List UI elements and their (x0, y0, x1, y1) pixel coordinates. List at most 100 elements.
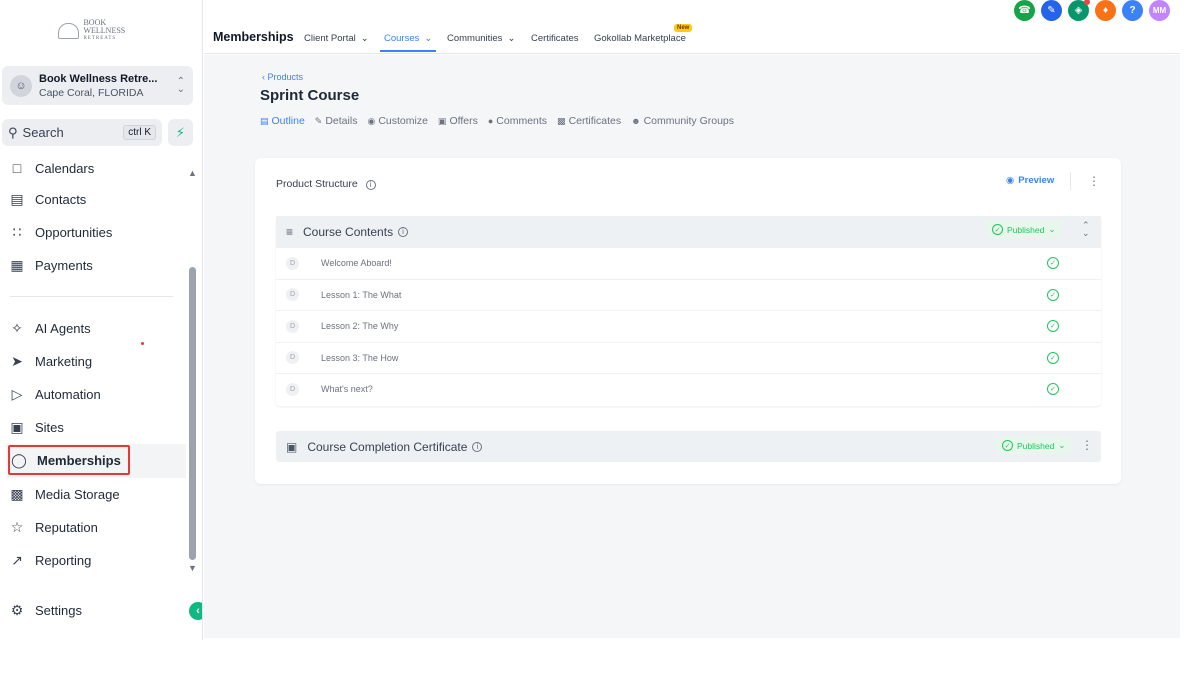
header-actions: ☎ ✎ ◈ ♦ ? MM (1014, 0, 1170, 21)
check-circle-icon: ✓ (1002, 440, 1013, 451)
tab-label: Courses (384, 33, 420, 44)
logo-mark-icon (58, 23, 80, 39)
phone-icon[interactable]: ☎ (1014, 0, 1035, 21)
search-input[interactable]: ⚲ Search ctrl K (2, 119, 162, 146)
course-contents-header[interactable]: ≡ Course Contents i (276, 216, 1101, 247)
subtab-outline[interactable]: ▤ Outline (260, 115, 305, 127)
tab-communities[interactable]: Communities ⌄ (447, 33, 515, 44)
chevron-down-icon: ⌄ (360, 33, 369, 44)
account-switcher[interactable]: ☺ Book Wellness Retre... Cape Coral, FLO… (2, 66, 193, 105)
subtab-label: Comments (496, 115, 548, 127)
published-check-icon: ✓ (1047, 288, 1059, 301)
subtab-details[interactable]: ✎ Details (315, 115, 358, 127)
brand-logo[interactable]: BOOK WELLNESS RETREATS (58, 19, 148, 42)
subtab-customize[interactable]: ◉ Customize (367, 115, 427, 127)
users-icon: ☻ (631, 116, 641, 126)
payments-icon: ▦ (10, 256, 24, 273)
subtab-label: Offers (449, 115, 478, 127)
edit-icon[interactable]: ✎ (1041, 0, 1062, 21)
breadcrumb[interactable]: ‹ Products (262, 72, 303, 82)
lesson-row[interactable]: D Lesson 1: The What ✓ (276, 278, 1101, 311)
sidebar-item-automation[interactable]: ▷ Automation (8, 383, 101, 405)
tab-certificates[interactable]: Certificates (531, 33, 579, 44)
comment-icon: ● (487, 116, 494, 126)
sidebar-item-media-storage[interactable]: ▩ Media Storage (8, 483, 119, 505)
quick-action-bolt-icon[interactable]: ⚡ (168, 119, 193, 146)
tab-label: Certificates (531, 33, 579, 44)
certificate-more-options-icon[interactable]: ⋮ (1081, 438, 1093, 452)
sidebar-item-label: Sites (35, 419, 64, 435)
sidebar-item-calendars[interactable]: □ Calendars (8, 157, 95, 179)
list-icon: ≡ (286, 224, 294, 239)
tab-gokollab-marketplace[interactable]: Gokollab Marketplace (594, 33, 686, 44)
sidebar-item-label: Payments (35, 257, 93, 273)
info-icon[interactable]: i (365, 179, 376, 190)
subtab-label: Certificates (568, 115, 622, 127)
info-icon[interactable]: i (472, 441, 483, 452)
tab-courses[interactable]: Courses ⌄ (384, 33, 432, 44)
user-avatar[interactable]: MM (1149, 0, 1170, 21)
published-check-icon: ✓ (1047, 257, 1059, 269)
more-options-icon[interactable]: ⋮ (1088, 174, 1100, 188)
subtab-community-groups[interactable]: ☻ Community Groups (631, 115, 734, 127)
course-certificate-row[interactable]: ▣ Course Completion Certificate i (276, 431, 1101, 462)
course-contents-section: ≡ Course Contents i ✓ Published ⌄ ⌃ ⌄ D W… (276, 216, 1101, 406)
lesson-row[interactable]: D Lesson 2: The Why ✓ (276, 310, 1101, 342)
opportunities-icon: ∷ (12, 223, 22, 240)
status-label: Published (1007, 224, 1045, 235)
sidebar-item-marketing[interactable]: ➤ Marketing (8, 350, 92, 372)
lesson-row[interactable]: D What's next? ✓ (276, 373, 1101, 405)
info-icon[interactable]: i (398, 226, 409, 237)
subtab-label: Community Groups (643, 115, 735, 127)
subtab-certificates[interactable]: ▩ Certificates (557, 115, 621, 127)
sidebar-item-payments[interactable]: ▦ Payments (8, 254, 93, 276)
subtab-comments[interactable]: ● Comments (488, 115, 547, 127)
breadcrumb-label: Products (267, 72, 304, 82)
lesson-row[interactable]: D Welcome Aboard! ✓ (276, 247, 1101, 279)
sidebar-item-settings[interactable]: ⚙ Settings (8, 599, 82, 621)
help-icon[interactable]: ? (1122, 0, 1143, 21)
chevron-updown-icon: ⌃ ⌄ (176, 75, 185, 95)
logo-line2: RETREATS (83, 36, 117, 41)
sidebar-item-opportunities[interactable]: ∷ Opportunities (8, 221, 113, 243)
subtab-label: Customize (378, 115, 428, 127)
main-content: ‹ Products Sprint Course ▤ Outline ✎ Det… (204, 55, 1180, 638)
megaphone-icon[interactable]: ◈ (1068, 0, 1090, 21)
preview-button[interactable]: ◉ Preview (1006, 175, 1054, 186)
sidebar-scrollbar[interactable] (189, 267, 196, 560)
status-dropdown[interactable]: ✓ Published ⌄ (986, 221, 1062, 238)
sidebar-item-label: Reporting (35, 552, 92, 568)
sidebar-item-sites[interactable]: ▣ Sites (8, 416, 64, 438)
section-title: Course Contents (303, 224, 394, 239)
preview-label: Preview (1018, 175, 1055, 186)
draft-badge: D (286, 288, 299, 302)
pencil-icon: ✎ (314, 115, 323, 126)
app-section-title: Memberships (213, 30, 294, 44)
sidebar-item-contacts[interactable]: ▤ Contacts (8, 188, 86, 210)
tab-label: Gokollab Marketplace (594, 33, 686, 44)
scroll-down-arrow-icon[interactable]: ▼ (188, 563, 197, 573)
subtab-offers[interactable]: ▣ Offers (438, 115, 478, 127)
chevron-down-icon: ⌄ (424, 33, 433, 44)
sidebar-item-reporting[interactable]: ↗ Reporting (8, 549, 91, 571)
sidebar-item-ai-agents[interactable]: ✧ AI Agents (8, 317, 91, 339)
certificate-icon: ▣ (286, 439, 298, 454)
toolbar-separator (1070, 172, 1071, 190)
check-circle-icon: ✓ (992, 224, 1003, 235)
reorder-icon[interactable]: ⌃ ⌄ (1082, 221, 1090, 238)
user-initials: MM (1152, 6, 1167, 15)
bell-icon[interactable]: ♦ (1095, 0, 1116, 21)
certificate-status-dropdown[interactable]: ✓ Published ⌄ (996, 437, 1072, 454)
sidebar-divider (10, 296, 173, 297)
published-check-icon: ✓ (1047, 320, 1059, 332)
tab-client-portal[interactable]: Client Portal ⌄ (304, 33, 369, 44)
sidebar-item-memberships[interactable]: ◯ Memberships (8, 445, 130, 475)
scroll-up-arrow-icon[interactable]: ▲ (188, 168, 197, 178)
collapse-sidebar-icon[interactable]: ‹ (189, 602, 202, 620)
sidebar-item-reputation[interactable]: ☆ Reputation (8, 516, 98, 538)
lesson-row[interactable]: D Lesson 3: The How ✓ (276, 341, 1101, 374)
image-icon: ▩ (10, 485, 24, 502)
notification-dot (1084, 0, 1090, 5)
trend-icon: ↗ (11, 551, 23, 568)
gift-icon: ▣ (437, 115, 447, 126)
